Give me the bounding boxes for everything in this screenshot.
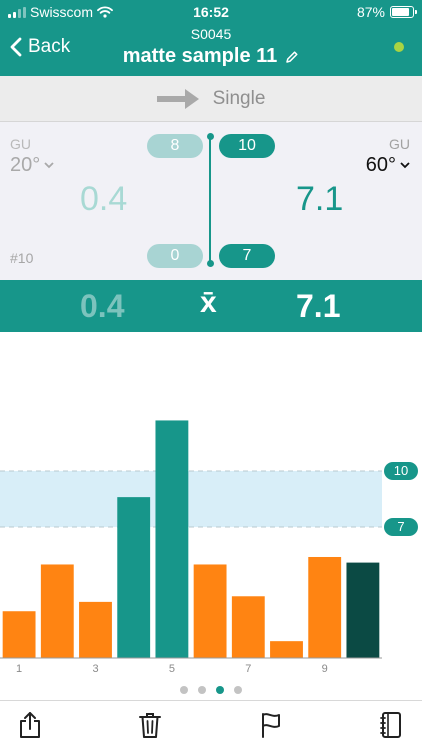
arrow-right-icon xyxy=(156,88,199,109)
page-dot[interactable] xyxy=(198,686,206,694)
connection-indicator xyxy=(394,42,404,52)
chart-bar xyxy=(193,564,227,658)
unit-label-left: GU xyxy=(10,136,31,152)
angle-value-left: 20° xyxy=(10,154,41,176)
page-title: matte sample 11 xyxy=(122,45,278,67)
sample-id: S0045 xyxy=(190,26,232,42)
reading-value-right: 7.1 xyxy=(296,180,344,218)
page-dot[interactable] xyxy=(216,686,224,694)
mean-bar: 0.4 x̄ 7.1 xyxy=(0,280,422,332)
tolerance-band xyxy=(0,470,382,528)
flag-icon xyxy=(262,713,280,738)
x-tick-label: 1 xyxy=(16,663,23,675)
mean-value-right: 7.1 xyxy=(296,288,341,324)
battery-percent: 87% xyxy=(356,4,385,20)
chart-bar xyxy=(40,564,74,658)
unit-label-right: GU xyxy=(389,136,410,152)
share-icon xyxy=(20,712,40,738)
range-bottom-right[interactable]: 7 xyxy=(219,244,275,268)
range-divider xyxy=(209,136,211,264)
chart-canvas xyxy=(0,420,382,659)
chart-bar xyxy=(346,562,380,658)
page-dot[interactable] xyxy=(180,686,188,694)
flag-button[interactable] xyxy=(255,709,287,741)
mean-value-left: 0.4 xyxy=(80,288,125,324)
app-header: Swisscom 16:52 87% Back S0045 matte samp… xyxy=(0,0,422,76)
measurement-number: #10 xyxy=(10,250,34,266)
trash-icon xyxy=(139,713,161,738)
battery-icon xyxy=(390,6,417,18)
range-handle-top[interactable] xyxy=(206,133,214,140)
notebook-button[interactable] xyxy=(375,709,407,741)
title-row: matte sample 11 xyxy=(0,45,422,68)
measurement-mode[interactable]: Single xyxy=(0,76,422,122)
angle-select-left[interactable]: 20° xyxy=(10,154,54,177)
measurement-chart: 10 7 1 3 5 7 9 xyxy=(0,340,422,680)
range-top-left[interactable]: 8 xyxy=(147,134,203,158)
range-bottom-left[interactable]: 0 xyxy=(147,244,203,268)
notebook-icon xyxy=(380,712,401,738)
mode-label: Single xyxy=(212,87,266,109)
x-tick-label: 9 xyxy=(321,663,328,675)
chevron-down-icon xyxy=(44,162,54,169)
range-top-right[interactable]: 10 xyxy=(219,134,275,158)
angle-value-right: 60° xyxy=(365,154,396,176)
chart-bar xyxy=(308,556,342,658)
reading-value-left: 0.4 xyxy=(80,180,128,218)
range-handle-bottom[interactable] xyxy=(206,260,214,267)
pencil-icon[interactable] xyxy=(285,50,299,64)
x-tick-label: 3 xyxy=(92,663,99,675)
bottom-toolbar xyxy=(0,700,422,750)
chart-bar xyxy=(270,641,303,658)
page-indicator xyxy=(0,686,422,694)
status-bar: Swisscom 16:52 87% xyxy=(0,0,422,22)
chart-bar xyxy=(2,611,36,658)
battery-info: 87% xyxy=(356,4,417,20)
chart-bar xyxy=(155,420,189,658)
angle-select-right[interactable]: 60° xyxy=(366,154,410,177)
limit-label: 10 xyxy=(384,461,418,480)
x-tick-label: 5 xyxy=(168,663,175,675)
readings-panel: GU 20° GU 60° 0.4 7.1 #10 8 10 0 7 xyxy=(0,122,422,280)
share-button[interactable] xyxy=(14,709,46,741)
chart-bar xyxy=(79,601,112,658)
mean-symbol: x̄ xyxy=(200,286,217,319)
page-dot[interactable] xyxy=(234,686,242,694)
chart-bar xyxy=(117,497,151,658)
x-tick-label: 7 xyxy=(245,663,252,675)
limit-label: 7 xyxy=(384,518,418,537)
chart-bar xyxy=(231,596,265,658)
delete-button[interactable] xyxy=(134,709,166,741)
chevron-down-icon xyxy=(400,162,410,169)
